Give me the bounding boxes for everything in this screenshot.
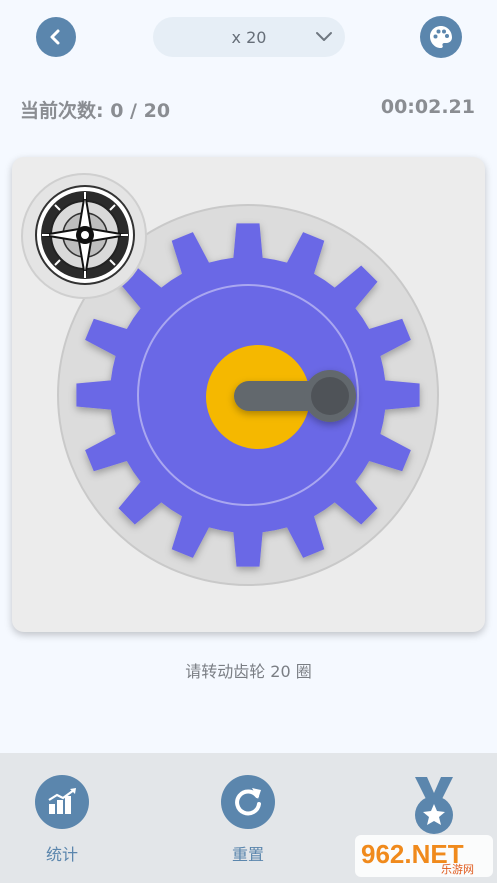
app-screen: x 20 当前次数: 0 / 20 00:02.21 请转动齿轮 20 圈 统计… <box>0 0 497 883</box>
multiplier-dropdown[interactable]: x 20 <box>153 17 345 57</box>
palette-icon <box>430 26 452 48</box>
refresh-icon <box>235 788 261 816</box>
gear-card <box>12 157 485 632</box>
elapsed-timer: 00:02.21 <box>380 96 475 118</box>
gear-canvas <box>21 173 439 586</box>
watermark-logo: 962.NET 乐游网 <box>355 831 493 879</box>
medal-tab[interactable] <box>389 775 479 839</box>
palette-button[interactable] <box>420 16 462 58</box>
chevron-left-icon <box>50 29 60 45</box>
chevron-down-icon <box>316 32 332 41</box>
reset-tab[interactable]: 重置 <box>203 775 293 865</box>
svg-text:乐游网: 乐游网 <box>441 863 474 876</box>
medal-icon <box>415 777 453 834</box>
back-button[interactable] <box>36 17 76 57</box>
multiplier-value: x 20 <box>231 27 267 47</box>
stats-button[interactable] <box>35 775 89 829</box>
instruction-text: 请转动齿轮 20 圈 <box>185 662 312 681</box>
stats-label: 统计 <box>45 845 78 864</box>
reset-button[interactable] <box>221 775 275 829</box>
reset-label: 重置 <box>231 845 264 864</box>
clock-medallion-icon <box>21 173 147 299</box>
stats-tab[interactable]: 统计 <box>17 775 107 865</box>
bar-chart-icon <box>48 788 76 814</box>
spin-count-label: 当前次数: 0 / 20 <box>20 100 171 122</box>
